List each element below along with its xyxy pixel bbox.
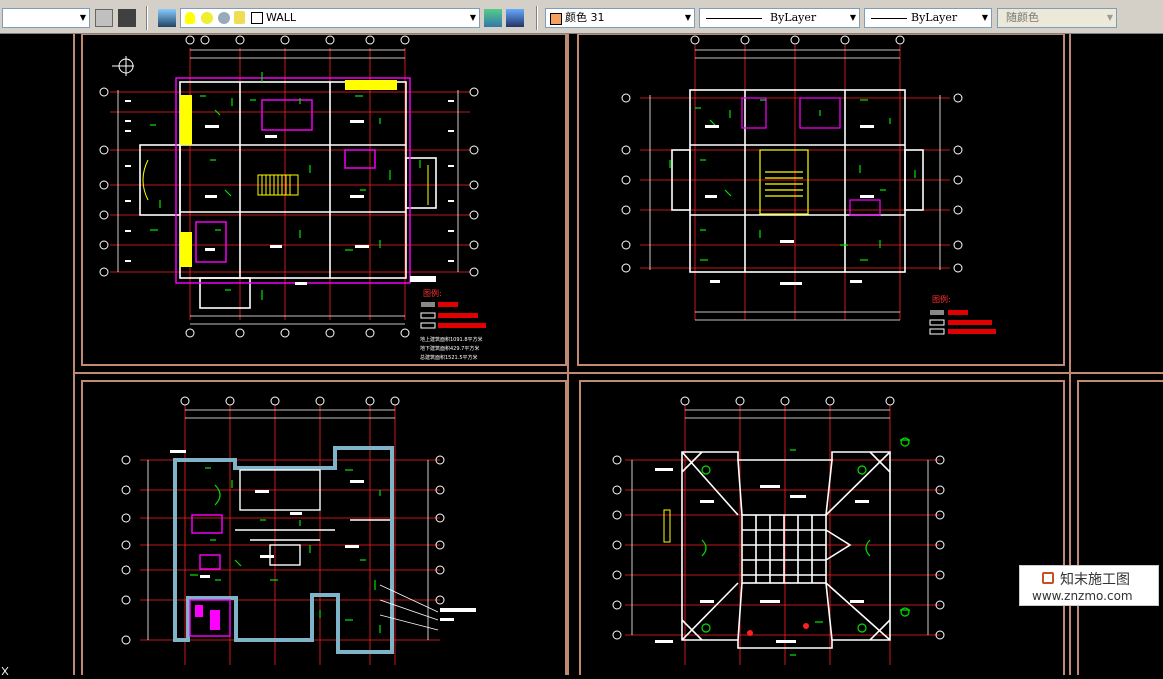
toolbar-separator	[536, 6, 538, 30]
layer-tool-icon[interactable]	[118, 9, 136, 27]
cad-drawing: 图例: 地上建筑面积1091.8平方米 地下建筑面积429.7平方米 总建筑面积…	[1, 33, 1163, 678]
roof-plan	[612, 396, 945, 665]
leader-lines	[379, 584, 439, 631]
layer-combo[interactable]: WALL ▼	[180, 8, 480, 28]
make-layer-current-icon[interactable]	[484, 9, 502, 27]
color-swatch-icon	[550, 13, 562, 25]
chevron-down-icon: ▼	[79, 13, 86, 22]
floor-plan-3	[121, 396, 476, 665]
legend-title: 图例:	[932, 294, 951, 304]
plant-room	[195, 605, 220, 630]
color-combo[interactable]: 颜色 31 ▼	[545, 8, 695, 28]
stair-fill	[180, 80, 397, 267]
text-labels	[705, 125, 874, 285]
furniture	[741, 97, 881, 216]
drawing-canvas[interactable]: 图例: 地上建筑面积1091.8平方米 地下建筑面积429.7平方米 总建筑面积…	[0, 33, 1163, 678]
lock-icon[interactable]	[234, 11, 245, 24]
watermark: 知末施工图 www.znzmo.com	[1019, 565, 1159, 606]
line-sample	[706, 18, 762, 19]
area-note: 总建筑面积1521.5平方米	[420, 354, 478, 361]
layer-previous-icon[interactable]	[506, 9, 524, 27]
chevron-down-icon: ▼	[684, 13, 691, 22]
properties-toolbar: ▼ WALL ▼ 颜色 31 ▼ ByLayer ▼ ByLayer ▼ 随颜色…	[0, 0, 1163, 34]
lineweight-combo[interactable]: ByLayer ▼	[864, 8, 992, 28]
sheet-frame	[81, 380, 567, 678]
watermark-url: www.znzmo.com	[1032, 589, 1133, 603]
watermark-name: 知末施工图	[1060, 572, 1130, 588]
drain-marker	[803, 623, 809, 629]
color-swatch-icon	[251, 12, 263, 24]
sheet-frame	[1077, 380, 1163, 678]
area-note: 地上建筑面积1091.8平方米	[420, 336, 483, 343]
lineweight-label: ByLayer	[911, 11, 958, 24]
plotstyle-combo[interactable]: 随颜色 ▼	[997, 8, 1117, 28]
line-sample	[871, 18, 907, 19]
north-arrow-icon	[112, 56, 134, 76]
znzmo-logo-icon	[1042, 572, 1054, 584]
sheet-frame	[577, 33, 1065, 366]
axis-grid	[625, 405, 940, 665]
color-label: 颜色 31	[565, 11, 605, 24]
toolbar-separator	[146, 6, 148, 30]
axis-grid	[640, 45, 950, 320]
linetype-combo[interactable]: ByLayer ▼	[699, 8, 860, 28]
stairs	[759, 149, 809, 215]
axis-grid	[140, 405, 440, 665]
drains	[701, 437, 910, 656]
sheet-frame	[81, 33, 567, 366]
layers-icon[interactable]	[158, 9, 176, 27]
sheet-frame	[579, 380, 1065, 678]
walls	[235, 469, 390, 566]
chevron-down-icon: ▼	[1106, 13, 1113, 22]
sun-icon[interactable]	[201, 12, 213, 24]
legend-box	[929, 310, 996, 335]
chevron-down-icon: ▼	[469, 13, 476, 22]
roof-outline	[681, 451, 891, 649]
layer-name: WALL	[266, 11, 297, 24]
text-labels	[655, 468, 869, 643]
axis-bubbles	[121, 396, 445, 645]
floor-plan-2: 图例:	[621, 35, 996, 335]
area-note: 地下建筑面积429.7平方米	[420, 345, 479, 352]
axis-bubbles	[99, 35, 479, 338]
drain-marker	[747, 630, 753, 636]
chevron-down-icon: ▼	[981, 13, 988, 22]
linetype-label: ByLayer	[770, 11, 817, 24]
bulb-icon[interactable]	[185, 12, 195, 24]
floor-plan-1: 图例: 地上建筑面积1091.8平方米 地下建筑面积429.7平方米 总建筑面积…	[99, 35, 486, 361]
stairs	[142, 159, 429, 205]
axis-bubbles	[621, 35, 963, 273]
fixtures	[190, 467, 381, 633]
ucs-icon	[1, 666, 9, 676]
plotstyle-label: 随颜色	[1006, 11, 1039, 24]
legend-box	[410, 276, 486, 329]
furniture	[175, 77, 411, 284]
basement-boundary	[173, 446, 394, 654]
freeze-icon[interactable]	[218, 12, 230, 24]
legend-title: 图例:	[423, 288, 442, 298]
chevron-down-icon: ▼	[849, 13, 856, 22]
settings-icon[interactable]	[95, 9, 113, 27]
view-combo[interactable]: ▼	[2, 8, 90, 28]
